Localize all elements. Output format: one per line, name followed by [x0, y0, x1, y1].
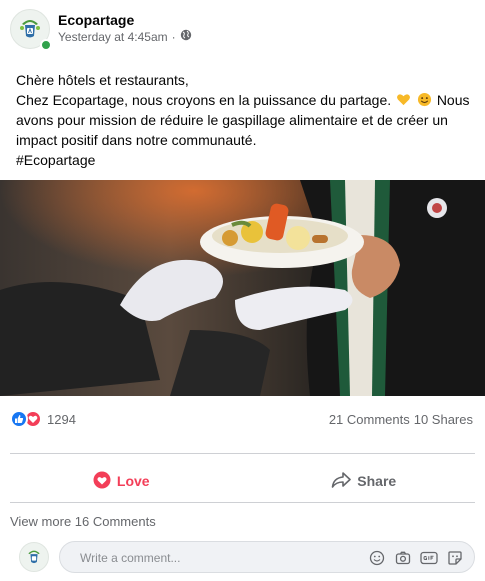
post-text: Chère hôtels et restaurants, Chez Ecopar… [16, 70, 474, 170]
post-meta: Yesterday at 4:45am · [58, 29, 192, 44]
hashtag[interactable]: #Ecopartage [16, 152, 95, 168]
post-header: Ecopartage Yesterday at 4:45am · [0, 0, 485, 58]
shares-count[interactable]: 10 Shares [414, 412, 473, 427]
post-sentence: impact positif dans notre communauté. [16, 132, 257, 148]
action-bar: Love Share [0, 462, 485, 500]
comment-input[interactable] [80, 548, 340, 568]
post-sentence-cont: Nous [436, 92, 470, 108]
post-timestamp[interactable]: Yesterday at 4:45am [58, 30, 168, 44]
love-label: Love [116, 473, 150, 489]
reaction-count: 1294 [47, 411, 76, 427]
post-text-line: Chère hôtels et restaurants, [16, 70, 474, 90]
post-text-line: avons pour mission de réduire le gaspill… [16, 110, 474, 130]
comment-composer [0, 540, 485, 574]
hashtag-link[interactable]: #Ecopartage [16, 150, 474, 170]
comment-tools [368, 549, 464, 567]
view-more-comments-link[interactable]: View more 16 Comments [10, 514, 156, 529]
sticker-icon[interactable] [446, 549, 464, 567]
share-label: Share [357, 473, 397, 489]
yellow-heart-emoji [396, 92, 411, 107]
emoji-icon[interactable] [368, 549, 386, 567]
love-icon [93, 471, 111, 492]
page-avatar[interactable] [10, 9, 52, 51]
post-greeting: Chère hôtels et restaurants, [16, 72, 189, 88]
share-icon [331, 471, 352, 492]
gif-icon[interactable] [420, 549, 438, 567]
smiling-face-emoji [417, 92, 432, 107]
commenter-avatar[interactable] [19, 542, 49, 572]
post-sentence: avons pour mission de réduire le gaspill… [16, 112, 448, 128]
divider [10, 502, 475, 503]
share-button[interactable]: Share [243, 462, 485, 500]
post-sentence: Chez Ecopartage, nous croyons en la puis… [16, 92, 392, 108]
page-name[interactable]: Ecopartage [58, 12, 134, 28]
post-photo[interactable] [0, 180, 485, 396]
meta-separator: · [171, 29, 176, 44]
online-status-dot [40, 39, 52, 51]
engagement-counts: 21 Comments 10 Shares [329, 412, 473, 427]
post-stats: 1294 21 Comments 10 Shares [0, 396, 485, 440]
comments-count[interactable]: 21 Comments [329, 412, 410, 427]
post-text-line: Chez Ecopartage, nous croyons en la puis… [16, 90, 474, 110]
reactions-summary[interactable]: 1294 [10, 410, 76, 428]
camera-icon[interactable] [394, 549, 412, 567]
post-text-line: impact positif dans notre communauté. [16, 130, 474, 150]
divider [10, 453, 475, 454]
comment-box[interactable] [59, 541, 475, 573]
globe-icon [180, 29, 192, 44]
like-reaction-icon [10, 410, 28, 428]
love-button[interactable]: Love [0, 462, 243, 500]
